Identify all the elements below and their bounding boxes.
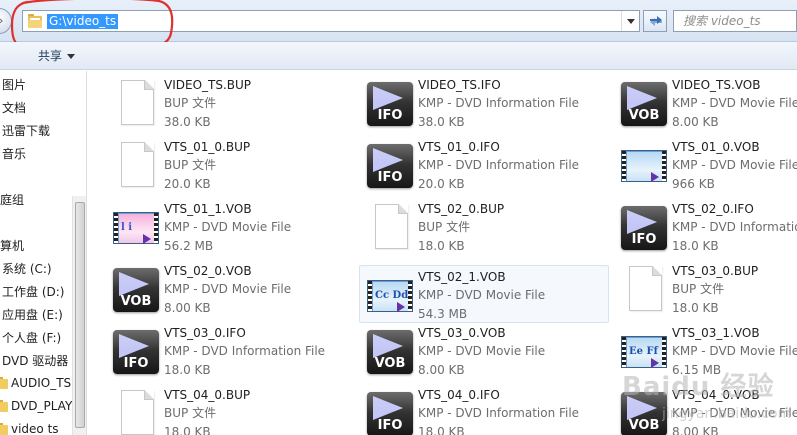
back-button[interactable]: › xyxy=(0,8,12,34)
file-item[interactable]: l i VTS_01_1.VOB KMP - DVD Movie File 56… xyxy=(106,198,356,256)
nav-item-documents[interactable]: 文档 xyxy=(2,98,26,118)
file-list: VIDEO_TS.BUP BUP 文件 38.0 KB IFO VIDEO_TS… xyxy=(88,71,797,435)
blank-file-icon xyxy=(112,80,160,128)
nav-item-drive-f[interactable]: 个人盘 (F:) xyxy=(2,328,61,348)
navigation-pane: 图片 文档 迅雷下载 音乐 家庭组 计算机 系统 (C:) 工作盘 (D:) 应… xyxy=(0,71,87,435)
file-item[interactable]: VTS_01_0.VOB KMP - DVD Movie File 966 KB xyxy=(614,136,797,194)
ifo-file-icon: IFO xyxy=(620,204,668,252)
file-item[interactable]: VOB VTS_02_0.VOB KMP - DVD Movie File 8.… xyxy=(106,260,356,318)
vob-file-icon: VOB xyxy=(620,390,668,435)
file-item[interactable]: IFO VTS_04_0.IFO KMP - DVD Information F… xyxy=(360,384,610,435)
nav-item-video-ts[interactable]: video ts xyxy=(0,419,59,435)
address-bar-row: › G:\video_ts xyxy=(0,0,797,42)
vob-file-icon: VOB xyxy=(366,328,414,376)
file-item[interactable]: Ee Ff VTS_03_1.VOB KMP - DVD Movie File … xyxy=(614,322,797,380)
file-item[interactable]: IFO VTS_03_0.IFO KMP - DVD Information F… xyxy=(106,322,356,380)
address-field[interactable]: G:\video_ts xyxy=(22,10,640,32)
file-item[interactable]: VTS_01_0.BUP BUP 文件 20.0 KB xyxy=(106,136,356,194)
vob-file-icon: VOB xyxy=(112,266,160,314)
blank-file-icon xyxy=(112,390,160,435)
address-dropdown-button[interactable] xyxy=(621,11,639,31)
nav-item-xunlei-downloads[interactable]: 迅雷下载 xyxy=(2,121,50,141)
address-path[interactable]: G:\video_ts xyxy=(47,14,119,29)
ifo-file-icon: IFO xyxy=(366,390,414,435)
ifo-file-icon: IFO xyxy=(112,328,160,376)
nav-item-music[interactable]: 音乐 xyxy=(2,144,26,164)
file-item[interactable]: VOB VTS_03_0.VOB KMP - DVD Movie File 8.… xyxy=(360,322,610,380)
video-thumbnail-icon: l i xyxy=(112,204,160,252)
file-item[interactable]: VTS_02_0.BUP BUP 文件 18.0 KB xyxy=(360,198,610,256)
search-input[interactable] xyxy=(674,11,796,31)
share-menu-button[interactable]: 共享 xyxy=(38,48,62,64)
file-item[interactable]: VTS_03_0.BUP BUP 文件 18.0 KB xyxy=(614,260,797,318)
nav-scrollbar-thumb[interactable] xyxy=(75,202,85,428)
chevron-down-icon[interactable] xyxy=(67,54,75,59)
file-item[interactable]: IFO VTS_02_0.IFO KMP - DVD Information F… xyxy=(614,198,797,256)
vob-file-icon: VOB xyxy=(620,80,668,128)
folder-icon xyxy=(28,14,42,28)
back-arrow-icon: › xyxy=(0,15,7,27)
folder-icon xyxy=(0,423,8,435)
refresh-icon xyxy=(650,16,662,26)
file-item[interactable]: IFO VIDEO_TS.IFO KMP - DVD Information F… xyxy=(360,74,610,132)
video-thumbnail-icon: Ee Ff xyxy=(620,328,668,376)
nav-item-computer[interactable]: 计算机 xyxy=(0,236,24,256)
nav-scrollbar[interactable] xyxy=(72,196,86,435)
nav-item-audio-ts[interactable]: AUDIO_TS xyxy=(0,373,71,393)
nav-item-drive-e[interactable]: 应用盘 (E:) xyxy=(2,305,63,325)
folder-icon xyxy=(0,400,8,412)
nav-item-drive-d[interactable]: 工作盘 (D:) xyxy=(2,282,64,302)
file-item[interactable]: VOB VTS_04_0.VOB KMP - DVD Movie File 8.… xyxy=(614,384,797,435)
nav-item-homegroup[interactable]: 家庭组 xyxy=(0,190,24,210)
ifo-file-icon: IFO xyxy=(366,142,414,190)
video-thumbnail-icon: Cc Dd xyxy=(366,272,414,320)
search-field[interactable] xyxy=(673,10,797,32)
blank-file-icon xyxy=(366,204,414,252)
blank-file-icon xyxy=(620,266,668,314)
blank-file-icon xyxy=(112,142,160,190)
video-thumbnail-icon xyxy=(620,142,668,190)
ifo-file-icon: IFO xyxy=(366,80,414,128)
command-toolbar: 共享 xyxy=(0,42,797,70)
file-item[interactable]: VOB VIDEO_TS.VOB KMP - DVD Movie File 8.… xyxy=(614,74,797,132)
nav-item-dvd-play[interactable]: DVD_PLAY xyxy=(0,396,72,416)
nav-item-dvd-drive[interactable]: DVD 驱动器 xyxy=(2,351,68,371)
file-item[interactable]: IFO VTS_01_0.IFO KMP - DVD Information F… xyxy=(360,136,610,194)
refresh-button[interactable] xyxy=(643,10,667,32)
file-item-selected[interactable]: Cc Dd VTS_02_1.VOB KMP - DVD Movie File … xyxy=(359,265,609,323)
nav-item-drive-c[interactable]: 系统 (C:) xyxy=(2,259,52,279)
file-item[interactable]: VTS_04_0.BUP BUP 文件 18.0 KB xyxy=(106,384,356,435)
file-item[interactable]: VIDEO_TS.BUP BUP 文件 38.0 KB xyxy=(106,74,356,132)
folder-icon xyxy=(0,377,8,389)
nav-item-pictures[interactable]: 图片 xyxy=(2,75,26,95)
